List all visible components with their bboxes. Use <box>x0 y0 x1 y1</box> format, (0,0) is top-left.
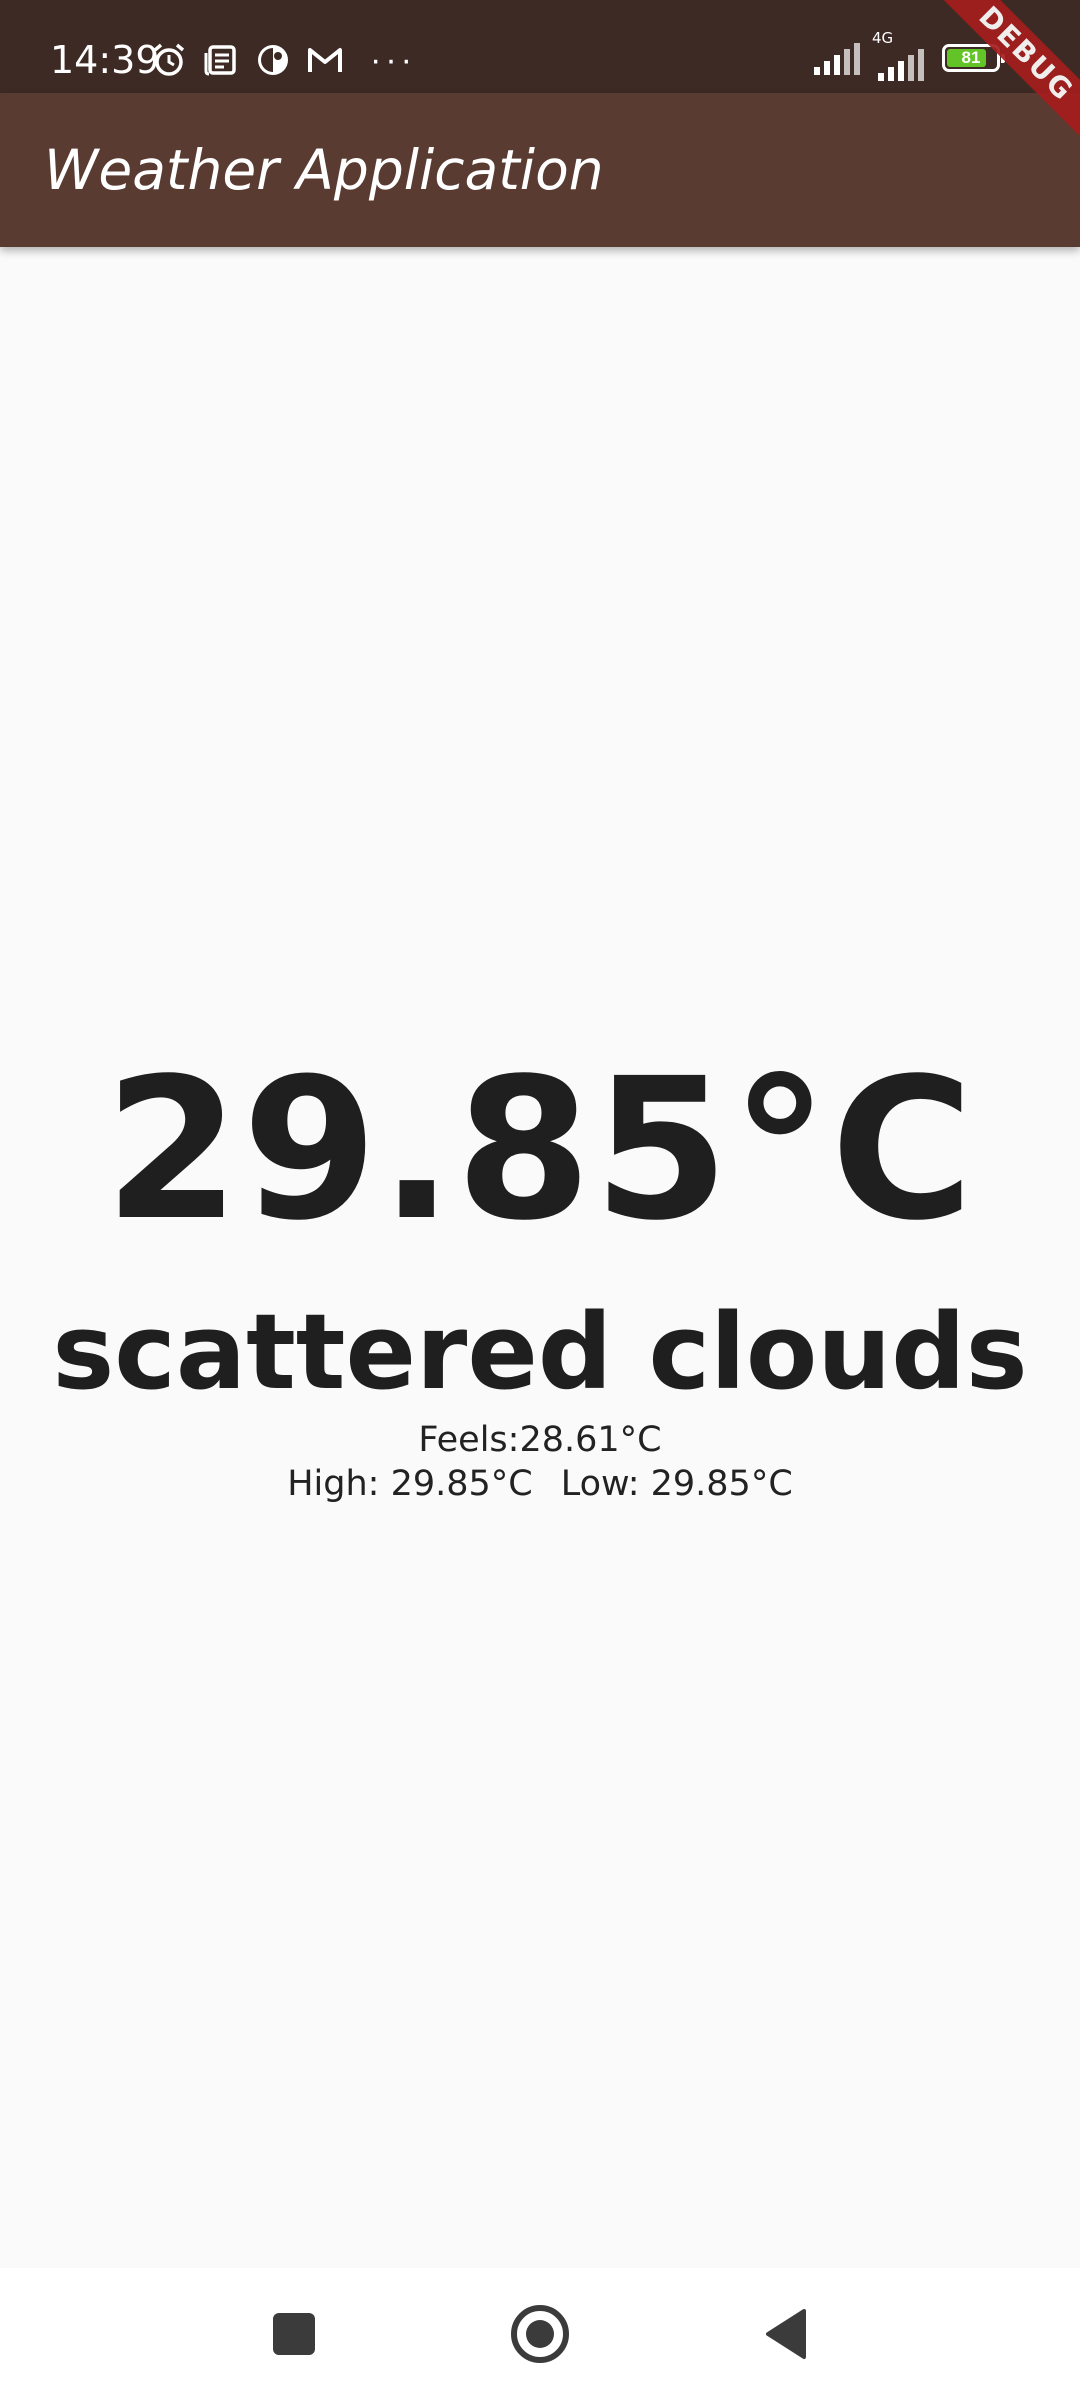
app-icon <box>254 41 292 79</box>
status-time: 14:39 <box>50 38 160 82</box>
gmail-icon <box>306 41 344 79</box>
back-icon <box>766 2309 806 2359</box>
signal-icon-secondary <box>878 47 924 81</box>
weather-app-screen: 14:39 ··· 4G 81 DEBUG Weather Applicatio… <box>0 0 1080 2400</box>
recent-apps-button[interactable] <box>224 2268 364 2400</box>
high-temperature: High: 29.85°C <box>287 1464 533 1504</box>
high-low-row: High: 29.85°C Low: 29.85°C <box>0 1462 1080 1506</box>
low-temperature: Low: 29.85°C <box>560 1464 793 1504</box>
home-button[interactable] <box>470 2268 610 2400</box>
system-icons: 4G 81 <box>814 29 1005 81</box>
more-dots-icon: ··· <box>370 41 416 79</box>
news-icon <box>202 41 240 79</box>
back-button[interactable] <box>716 2268 856 2400</box>
temperature-value: 29.85°C <box>104 1036 976 1263</box>
battery-level: 81 <box>961 48 981 67</box>
network-type-label: 4G <box>872 29 894 47</box>
network-signal: 4G <box>872 29 924 81</box>
notification-icons: ··· <box>150 38 416 82</box>
feels-like-text: Feels:28.61°C <box>418 1420 662 1460</box>
recent-apps-icon <box>273 2313 315 2355</box>
app-title: Weather Application <box>44 138 604 202</box>
app-bar: Weather Application <box>0 93 1080 247</box>
navigation-bar <box>0 2268 1080 2400</box>
weather-description: scattered clouds <box>52 1291 1028 1413</box>
alarm-icon <box>150 41 188 79</box>
signal-icon <box>814 41 860 75</box>
status-bar: 14:39 ··· 4G 81 <box>0 0 1080 93</box>
home-icon <box>511 2305 569 2363</box>
